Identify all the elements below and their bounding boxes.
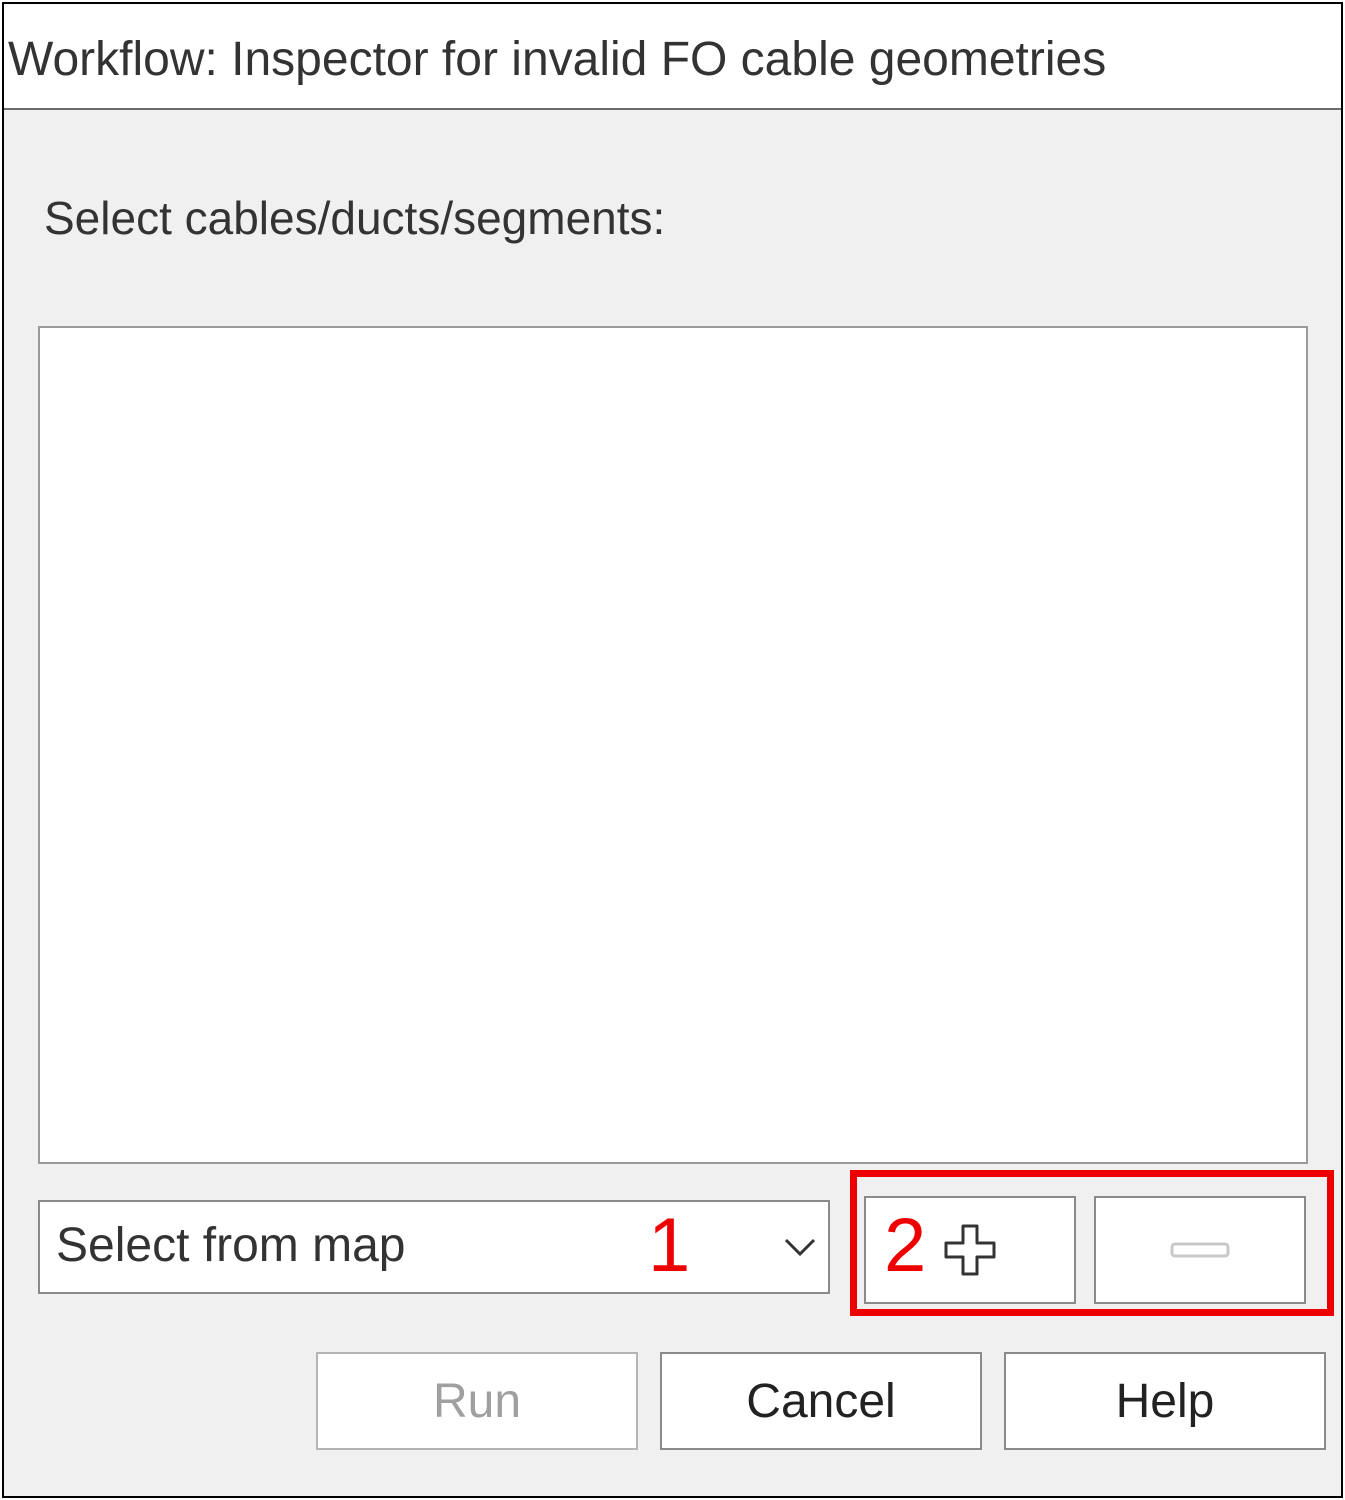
selection-prompt-label: Select cables/ducts/segments: [44,192,666,244]
help-button[interactable]: Help [1004,1352,1326,1450]
remove-button[interactable] [1094,1196,1306,1304]
title-bar: Workflow: Inspector for invalid FO cable… [4,4,1341,110]
plus-icon [944,1224,996,1276]
chevron-down-icon [784,1238,816,1257]
window-title: Workflow: Inspector for invalid FO cable… [8,33,1107,86]
selection-mode-value: Select from map [56,1219,406,1272]
annotation-marker-2: 2 [884,1203,927,1288]
selected-features-list[interactable] [38,326,1308,1164]
minus-icon [1170,1242,1230,1258]
selection-mode-dropdown[interactable]: Select from map [38,1200,830,1294]
annotation-marker-1: 1 [648,1203,691,1288]
cancel-button[interactable]: Cancel [660,1352,982,1450]
workflow-dialog: Workflow: Inspector for invalid FO cable… [2,2,1343,1498]
run-button[interactable]: Run [316,1352,638,1450]
